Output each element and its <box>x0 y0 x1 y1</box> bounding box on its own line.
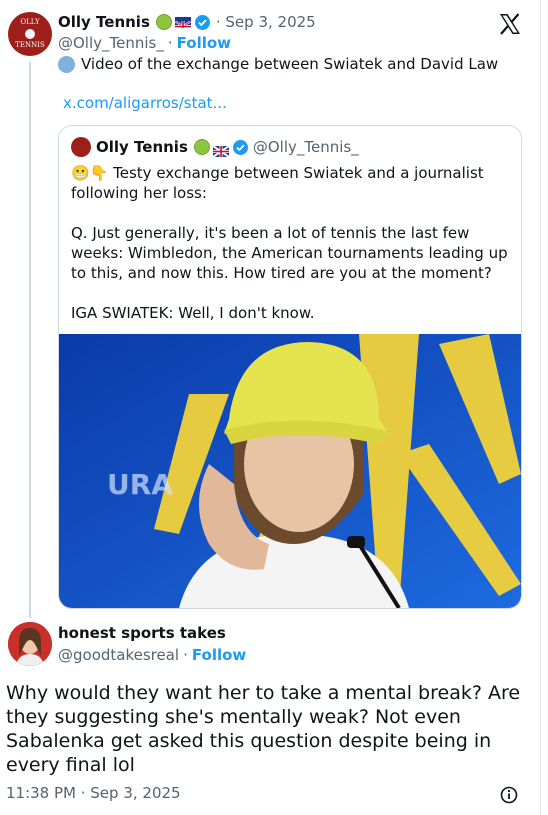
reply-text: Why would they want her to take a mental… <box>6 682 521 776</box>
tweet-timestamp[interactable]: · Sep 3, 2025 <box>216 13 316 31</box>
weary-face-icon <box>58 55 75 73</box>
reply-author-handle[interactable]: @goodtakesreal <box>58 646 179 664</box>
quoted-line1: Testy exchange between Swiatek and a jou… <box>71 164 484 202</box>
quoted-author-name[interactable]: Olly Tennis <box>96 138 188 156</box>
author-name[interactable]: Olly Tennis <box>58 13 150 31</box>
thread-connector <box>29 62 31 618</box>
verified-badge-icon <box>232 139 248 155</box>
quoted-media-photo[interactable]: URA <box>59 334 521 608</box>
quoted-author-avatar[interactable] <box>71 137 91 157</box>
quoted-answer: IGA SWIATEK: Well, I don't know. <box>71 304 315 322</box>
reply-author-avatar[interactable] <box>8 622 52 666</box>
svg-text:URA: URA <box>107 468 173 501</box>
quoted-intro: 😬👇 Testy exchange between Swiatek and a … <box>71 163 511 203</box>
uk-flag-icon <box>174 16 191 28</box>
reply-handle-line: @goodtakesreal · Follow <box>58 645 246 665</box>
reply-follow-button[interactable]: Follow <box>192 646 246 664</box>
x-logo-icon[interactable] <box>498 13 522 35</box>
tweet-card: OLLY TENNIS Olly Tennis · Sep 3, 2025 @O… <box>0 0 541 815</box>
quoted-tweet[interactable]: Olly Tennis @Olly_Tennis_ 😬👇 Testy excha… <box>58 125 522 609</box>
reply-author-name[interactable]: honest sports takes <box>58 624 226 642</box>
author-header: Olly Tennis · Sep 3, 2025 <box>58 11 316 33</box>
author-avatar[interactable]: OLLY TENNIS <box>8 12 52 56</box>
author-handle-line: @Olly_Tennis_ · Follow <box>58 33 231 53</box>
separator-dot: · <box>167 34 173 52</box>
separator-dot: · <box>183 646 188 664</box>
tweet-body: Video of the exchange between Swiatek an… <box>58 54 518 74</box>
reply-timestamp[interactable]: 11:38 PM · Sep 3, 2025 <box>6 784 181 802</box>
tennis-ball-icon <box>193 139 210 155</box>
follow-button[interactable]: Follow <box>177 34 231 52</box>
info-icon[interactable] <box>500 786 518 804</box>
tennis-ball-icon <box>155 14 172 30</box>
avatar-text-bottom: TENNIS <box>15 41 45 49</box>
quoted-question: Q. Just generally, it's been a lot of te… <box>71 224 508 282</box>
quoted-author-handle[interactable]: @Olly_Tennis_ <box>253 138 359 156</box>
tweet-text: Video of the exchange between Swiatek an… <box>81 55 499 73</box>
avatar-text-top: OLLY <box>20 18 40 26</box>
verified-badge-icon <box>194 14 210 30</box>
quoted-header: Olly Tennis @Olly_Tennis_ <box>71 137 359 158</box>
tweet-link[interactable]: x.com/aligarros/stat... <box>63 93 227 113</box>
tennis-ball-icon <box>25 29 35 39</box>
author-handle[interactable]: @Olly_Tennis_ <box>58 34 164 52</box>
uk-flag-icon <box>212 142 230 158</box>
quoted-emojis: 😬👇 <box>71 164 109 182</box>
